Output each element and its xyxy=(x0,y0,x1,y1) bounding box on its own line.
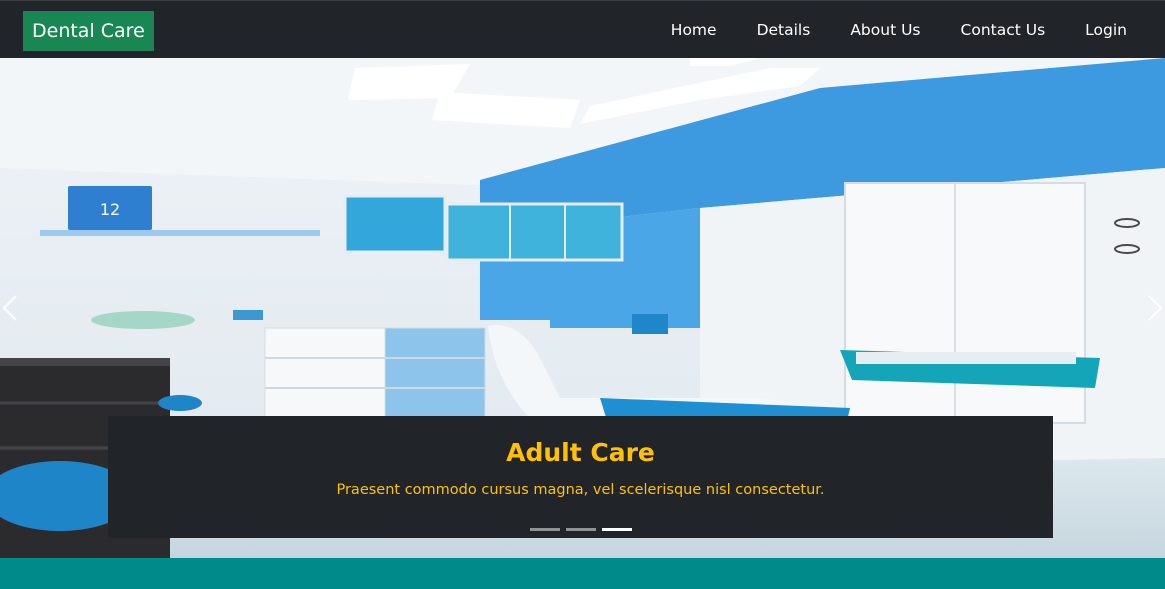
caption-text: Praesent commodo cursus magna, vel scele… xyxy=(336,482,825,498)
carousel-indicators xyxy=(108,528,1053,531)
carousel-next-button[interactable] xyxy=(1125,58,1165,558)
carousel-indicator-2[interactable] xyxy=(565,528,596,531)
teal-section xyxy=(0,558,1165,589)
nav-link-contact-us[interactable]: Contact Us xyxy=(961,21,1046,39)
caption-title: Adult Care xyxy=(506,438,655,467)
hero-carousel: 12 Adult Care Praesent commodo cursus ma… xyxy=(0,58,1165,558)
svg-text:12: 12 xyxy=(100,200,120,219)
nav-link-details[interactable]: Details xyxy=(757,21,811,39)
chevron-right-icon xyxy=(1148,295,1163,321)
chevron-left-icon xyxy=(2,295,17,321)
carousel-prev-button[interactable] xyxy=(0,58,40,558)
carousel-indicator-3[interactable] xyxy=(601,528,632,531)
nav-link-about-us[interactable]: About Us xyxy=(850,21,920,39)
nav-link-login[interactable]: Login xyxy=(1085,21,1127,39)
carousel-caption: Adult Care Praesent commodo cursus magna… xyxy=(108,416,1053,538)
carousel-indicator-1[interactable] xyxy=(529,528,560,531)
nav-links: Home Details About Us Contact Us Login xyxy=(671,1,1127,59)
navbar: Dental Care Home Details About Us Contac… xyxy=(0,0,1165,58)
nav-link-home[interactable]: Home xyxy=(671,21,717,39)
brand-logo[interactable]: Dental Care xyxy=(23,11,154,51)
